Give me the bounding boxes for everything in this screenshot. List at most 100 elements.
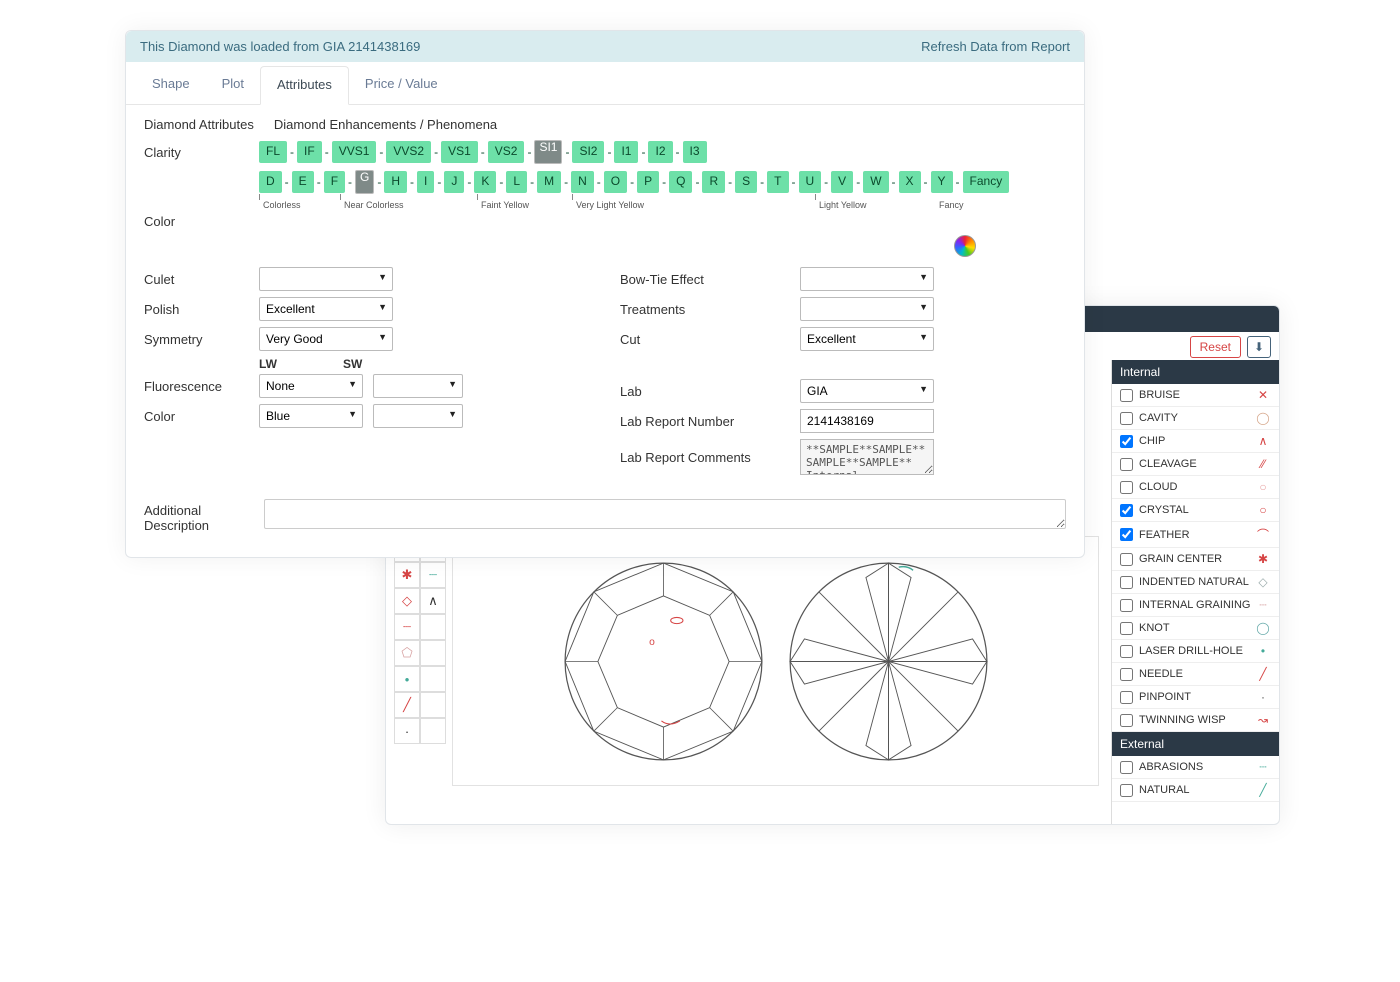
color-grade-F[interactable]: F [324,171,345,192]
palette-tool[interactable]: ◇ [394,588,420,614]
color-grade-T[interactable]: T [767,171,788,192]
checklist-item[interactable]: FEATHER⌒ [1112,522,1279,548]
reset-button[interactable]: Reset [1190,336,1241,358]
color-grade-W[interactable]: W [863,171,888,192]
tab-shape[interactable]: Shape [136,66,206,104]
inclusion-checkbox[interactable] [1120,389,1133,402]
color-grade-S[interactable]: S [735,171,757,192]
color-grade-E[interactable]: E [292,171,314,192]
color-grade-U[interactable]: U [799,171,822,192]
clarity-grade-VVS1[interactable]: VVS1 [332,141,377,162]
inclusion-checkbox[interactable] [1120,528,1133,541]
color-grade-V[interactable]: V [831,171,853,192]
color-grade-H[interactable]: H [384,171,407,192]
color-grade-G[interactable]: G [355,170,374,194]
palette-tool[interactable]: ✱ [394,562,420,588]
fl-color-sw-select[interactable] [373,404,463,428]
palette-tool[interactable]: • [394,666,420,692]
checklist-item[interactable]: CAVITY◯ [1112,407,1279,430]
clarity-grade-I2[interactable]: I2 [648,141,672,162]
cut-select[interactable]: Excellent [800,327,934,351]
checklist-item[interactable]: LASER DRILL-HOLE• [1112,640,1279,663]
clarity-grade-I3[interactable]: I3 [683,141,707,162]
checklist-item[interactable]: CHIP∧ [1112,430,1279,453]
symmetry-select[interactable]: Very Good [259,327,393,351]
checklist-item[interactable]: CLEAVAGE⁄⁄ [1112,453,1279,476]
inclusion-checkbox[interactable] [1120,504,1133,517]
tab-attributes[interactable]: Attributes [260,66,349,105]
subtab-attributes[interactable]: Diamond Attributes [144,117,254,132]
inclusion-checkbox[interactable] [1120,435,1133,448]
fl-color-lw-select[interactable]: Blue [259,404,363,428]
checklist-item[interactable]: BRUISE✕ [1112,384,1279,407]
tab-price-value[interactable]: Price / Value [349,66,454,104]
color-grade-M[interactable]: M [537,171,561,192]
fluorescence-sw-select[interactable] [373,374,463,398]
inclusion-checkbox[interactable] [1120,714,1133,727]
clarity-grade-IF[interactable]: IF [297,141,322,162]
color-grade-X[interactable]: X [899,171,921,192]
fancy-color-wheel-icon[interactable] [954,235,976,257]
inclusion-checkbox[interactable] [1120,691,1133,704]
checklist-item[interactable]: PINPOINT· [1112,686,1279,709]
inclusion-checkbox[interactable] [1120,668,1133,681]
checklist-item[interactable]: NEEDLE╱ [1112,663,1279,686]
inclusion-checkbox[interactable] [1120,458,1133,471]
palette-tool[interactable]: ┈ [420,562,446,588]
subtab-enhancements[interactable]: Diamond Enhancements / Phenomena [274,117,497,132]
lab-select[interactable]: GIA [800,379,934,403]
checklist-item[interactable]: KNOT◯ [1112,617,1279,640]
checklist-item[interactable]: GRAIN CENTER✱ [1112,548,1279,571]
checklist-item[interactable]: NATURAL╱ [1112,779,1279,802]
palette-tool[interactable]: ∧ [420,588,446,614]
palette-tool[interactable]: ⬠ [394,640,420,666]
color-grade-P[interactable]: P [637,171,659,192]
checklist-item[interactable]: CRYSTAL○ [1112,499,1279,522]
palette-tool[interactable] [420,692,446,718]
inclusion-checkbox[interactable] [1120,761,1133,774]
color-grade-J[interactable]: J [444,171,464,192]
download-button[interactable]: ⬇ [1247,336,1271,358]
clarity-grade-SI2[interactable]: SI2 [572,141,604,162]
palette-tool[interactable] [420,640,446,666]
clarity-grade-VVS2[interactable]: VVS2 [386,141,431,162]
inclusion-checkbox[interactable] [1120,481,1133,494]
checklist-item[interactable]: ABRASIONS┈ [1112,756,1279,779]
treatments-select[interactable] [800,297,934,321]
inclusion-checkbox[interactable] [1120,645,1133,658]
inclusion-checkbox[interactable] [1120,576,1133,589]
inclusion-checkbox[interactable] [1120,553,1133,566]
color-grade-L[interactable]: L [506,171,527,192]
culet-select[interactable] [259,267,393,291]
diamond-plot-area[interactable]: o [452,536,1099,786]
inclusion-checkbox[interactable] [1120,622,1133,635]
palette-tool[interactable]: · [394,718,420,744]
inclusion-checkbox[interactable] [1120,599,1133,612]
clarity-grade-VS1[interactable]: VS1 [441,141,478,162]
palette-tool[interactable] [420,666,446,692]
inclusion-checkbox[interactable] [1120,412,1133,425]
inclusion-checkbox[interactable] [1120,784,1133,797]
clarity-grade-SI1[interactable]: SI1 [534,140,562,164]
tab-plot[interactable]: Plot [206,66,260,104]
color-grade-K[interactable]: K [474,171,496,192]
clarity-grade-VS2[interactable]: VS2 [488,141,525,162]
lab-report-number-input[interactable] [800,409,934,433]
palette-tool[interactable] [420,614,446,640]
color-grade-N[interactable]: N [571,171,594,192]
checklist-item[interactable]: INDENTED NATURAL◇ [1112,571,1279,594]
palette-tool[interactable] [420,718,446,744]
color-grade-I[interactable]: I [417,171,434,192]
palette-tool[interactable]: ┈ [394,614,420,640]
color-grade-Y[interactable]: Y [931,171,953,192]
color-grade-Fancy[interactable]: Fancy [963,171,1010,192]
additional-description-textarea[interactable] [264,499,1066,529]
checklist-item[interactable]: TWINNING WISP↝ [1112,709,1279,732]
bowtie-select[interactable] [800,267,934,291]
color-grade-O[interactable]: O [604,171,627,192]
fluorescence-lw-select[interactable]: None [259,374,363,398]
color-grade-D[interactable]: D [259,171,282,192]
refresh-link[interactable]: Refresh Data from Report [921,39,1070,54]
palette-tool[interactable]: ╱ [394,692,420,718]
clarity-grade-FL[interactable]: FL [259,141,287,162]
